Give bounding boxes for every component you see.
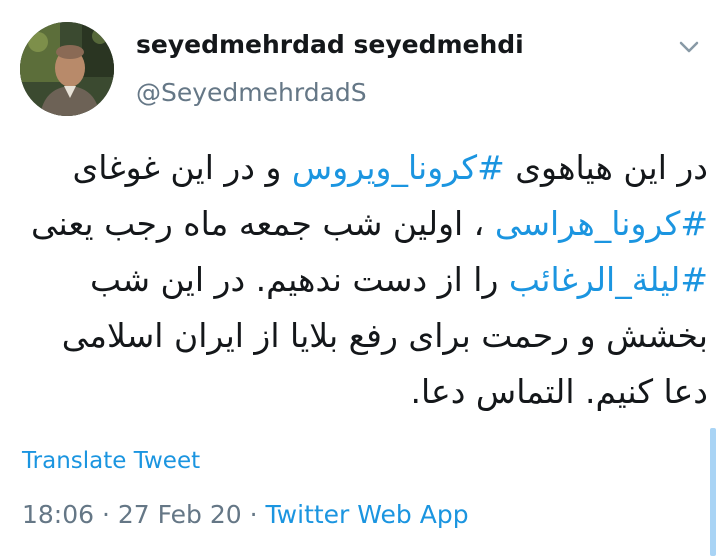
author-display-name[interactable]: seyedmehrdad seyedmehdi [136,30,524,59]
tweet-time[interactable]: 18:06 [22,500,94,529]
author-handle[interactable]: @SeyedmehrdadS [136,78,367,107]
meta-separator: · [249,500,258,529]
scrollbar[interactable] [710,428,716,556]
avatar[interactable] [20,22,114,116]
hashtag-corona-harasi[interactable]: #کرونا_هراسی [495,204,708,243]
chevron-down-icon[interactable] [676,36,702,58]
tweet-text-segment: ، اولین شب جمعه ماه رجب یعنی [31,204,495,243]
hashtag-laylat-al-raghaib[interactable]: #لیلة_الرغائب [509,260,708,299]
tweet-text-segment: و در این غوغای [72,148,292,187]
tweet-date[interactable]: 27 Feb 20 [118,500,242,529]
tweet-text-segment: در این هیاهوی [504,148,708,187]
tweet-source-link[interactable]: Twitter Web App [266,500,469,529]
translate-tweet-link[interactable]: Translate Tweet [22,448,200,474]
tweet-text: در این هیاهوی #کرونا_ویروس و در این غوغا… [20,140,708,420]
tweet-meta: 18:06 · 27 Feb 20 · Twitter Web App [22,500,469,529]
meta-separator: · [102,500,110,529]
hashtag-corona-virus[interactable]: #کرونا_ویروس [292,148,505,187]
